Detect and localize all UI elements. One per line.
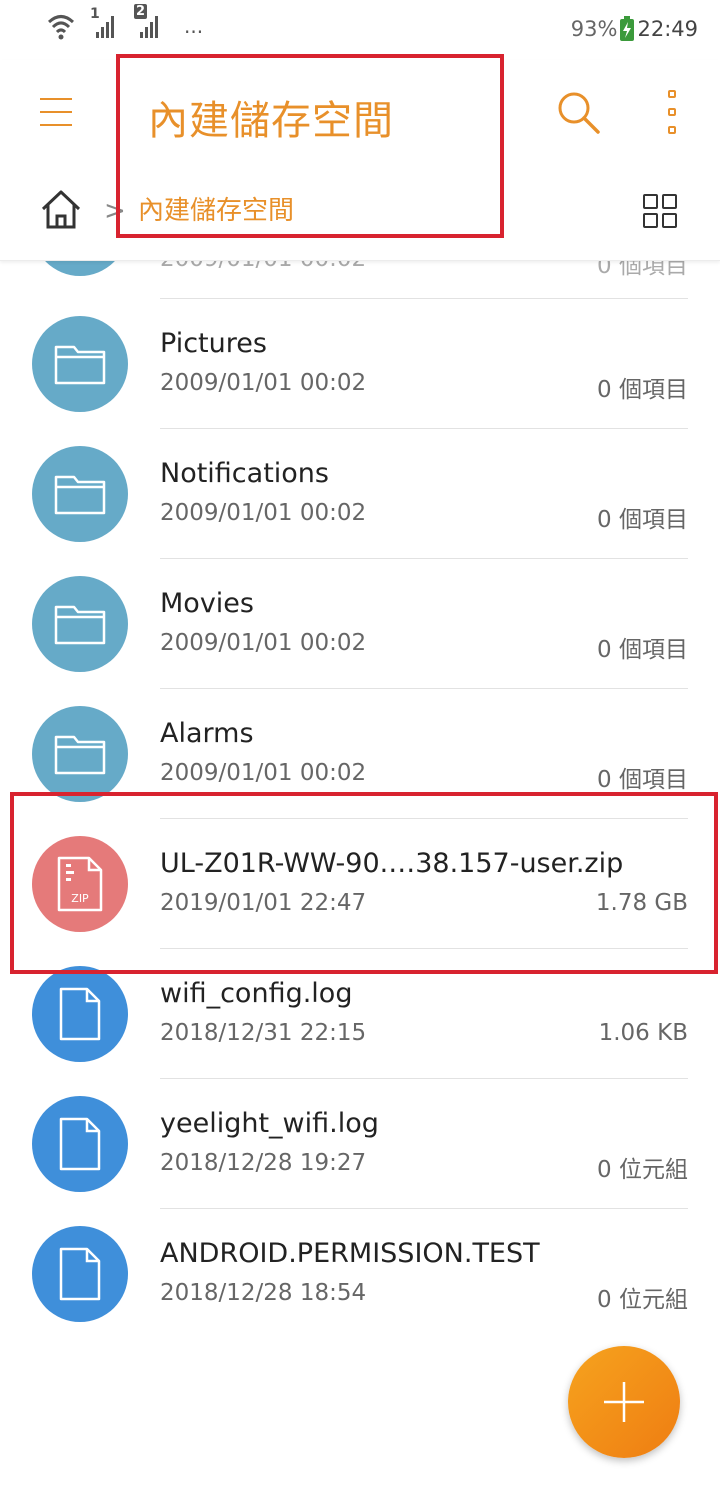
file-date: 2018/12/28 19:27 <box>160 1150 367 1176</box>
document-icon <box>32 966 128 1062</box>
file-date: 2018/12/31 22:15 <box>160 1020 367 1046</box>
grid-cell <box>662 213 677 228</box>
list-item[interactable]: Movies 2009/01/01 00:02 0 個項目 <box>0 558 720 688</box>
row-divider <box>160 818 688 819</box>
folder-icon <box>32 706 128 802</box>
battery-charging-icon <box>620 16 635 41</box>
folder-icon <box>32 446 128 542</box>
overflow-menu-icon[interactable] <box>660 90 684 134</box>
list-item[interactable]: Pictures 2009/01/01 00:02 0 個項目 <box>0 298 720 428</box>
file-size: 0 個項目 <box>597 377 688 403</box>
file-name: Pictures <box>160 328 267 359</box>
file-size: 0 個項目 <box>597 507 688 533</box>
grid-view-icon[interactable] <box>643 194 677 228</box>
hamburger-line <box>40 124 72 126</box>
home-icon[interactable] <box>40 188 82 230</box>
list-item[interactable]: 2009/01/01 00:02 0 個項目 <box>0 260 720 298</box>
file-size: 0 個項目 <box>597 637 688 663</box>
grid-cell <box>662 194 677 209</box>
file-date: 2009/01/01 00:02 <box>160 500 367 526</box>
zip-label: ZIP <box>71 892 89 905</box>
folder-icon <box>32 260 128 276</box>
file-date: 2019/01/01 22:47 <box>160 890 367 916</box>
file-size: 0 位元組 <box>597 1157 688 1183</box>
signal-sim1-icon: 1 <box>90 6 120 40</box>
document-icon <box>32 1096 128 1192</box>
list-item[interactable]: wifi_config.log 2018/12/31 22:15 1.06 KB <box>0 948 720 1078</box>
page-title: 內建儲存空間 <box>148 98 394 144</box>
file-date: 2009/01/01 00:02 <box>160 260 366 272</box>
more-notifications: ... <box>184 14 204 38</box>
hamburger-line <box>40 111 72 113</box>
signal-sim2-icon: 2 <box>134 4 164 40</box>
clock: 22:49 <box>637 17 698 41</box>
wifi-icon <box>47 15 75 40</box>
list-item[interactable]: Alarms 2009/01/01 00:02 0 個項目 <box>0 688 720 818</box>
row-divider <box>160 688 688 689</box>
add-fab-button[interactable] <box>568 1346 680 1458</box>
battery-percent: 93% <box>570 17 618 41</box>
plus-icon <box>604 1382 644 1422</box>
hamburger-line <box>40 98 72 100</box>
overflow-dot <box>668 90 676 98</box>
list-item[interactable]: ANDROID.PERMISSION.TEST 2018/12/28 18:54… <box>0 1208 720 1338</box>
overflow-dot <box>668 108 676 116</box>
file-date: 2009/01/01 00:02 <box>160 630 367 656</box>
zip-file-icon: ZIP <box>32 836 128 932</box>
list-item[interactable]: yeelight_wifi.log 2018/12/28 19:27 0 位元組 <box>0 1078 720 1208</box>
file-size: 0 位元組 <box>597 1287 688 1313</box>
file-name: wifi_config.log <box>160 978 353 1009</box>
menu-button[interactable] <box>40 96 72 128</box>
file-name: Movies <box>160 588 254 619</box>
row-divider <box>160 948 688 949</box>
row-divider <box>160 558 688 559</box>
folder-icon <box>32 316 128 412</box>
app-header: 內建儲存空間 > 內建儲存空間 <box>0 60 720 261</box>
file-name: ANDROID.PERMISSION.TEST <box>160 1238 540 1269</box>
file-name: UL-Z01R-WW-90.…38.157-user.zip <box>160 848 624 879</box>
document-icon <box>32 1226 128 1322</box>
file-name: Notifications <box>160 458 329 489</box>
file-size: 1.78 GB <box>595 890 688 916</box>
breadcrumb-current[interactable]: 內建儲存空間 <box>138 190 294 227</box>
grid-cell <box>643 194 658 209</box>
row-divider <box>160 1208 688 1209</box>
folder-icon <box>32 576 128 672</box>
search-icon[interactable] <box>554 88 602 136</box>
file-name: yeelight_wifi.log <box>160 1108 379 1139</box>
status-icons-left: 1 2 ... <box>46 4 204 40</box>
breadcrumb-separator: > <box>104 196 126 226</box>
grid-cell <box>643 213 658 228</box>
row-divider <box>160 428 688 429</box>
row-divider <box>160 1078 688 1079</box>
file-size: 0 個項目 <box>597 767 688 793</box>
list-item[interactable]: Notifications 2009/01/01 00:02 0 個項目 <box>0 428 720 558</box>
list-item[interactable]: ZIP UL-Z01R-WW-90.…38.157-user.zip 2019/… <box>0 818 720 948</box>
file-date: 2018/12/28 18:54 <box>160 1280 367 1306</box>
status-icons-right: 93% 22:49 <box>571 16 698 42</box>
status-bar: 1 2 ... 93% 22:49 <box>0 0 720 60</box>
file-date: 2009/01/01 00:02 <box>160 370 367 396</box>
file-size: 1.06 KB <box>598 1020 688 1046</box>
overflow-dot <box>668 126 676 134</box>
row-divider <box>160 298 688 299</box>
file-size: 0 個項目 <box>597 260 688 279</box>
file-date: 2009/01/01 00:02 <box>160 760 367 786</box>
file-name: Alarms <box>160 718 254 749</box>
